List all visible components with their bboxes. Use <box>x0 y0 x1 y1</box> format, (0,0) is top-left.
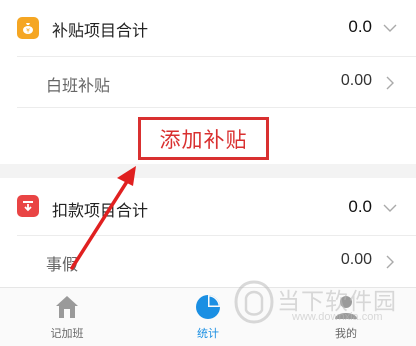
svg-text:¥: ¥ <box>26 27 30 34</box>
chevron-right-icon <box>386 76 394 90</box>
deduction-section: 扣款项目合计 0.0 事假 0.00 <box>0 178 416 287</box>
pie-chart-icon <box>196 295 220 319</box>
divider <box>17 107 416 108</box>
deduction-item-value: 0.00 <box>340 251 372 268</box>
subsidy-total: 0.0 <box>348 17 372 36</box>
chevron-down-icon[interactable] <box>382 20 398 36</box>
subsidy-header[interactable]: ¥ 补贴项目合计 0.0 <box>0 0 416 56</box>
add-subsidy-button[interactable]: 添加补贴 <box>138 117 269 160</box>
subsidy-item-value: 0.00 <box>340 72 372 89</box>
deduction-header[interactable]: 扣款项目合计 0.0 <box>0 178 416 234</box>
money-bag-icon: ¥ <box>17 17 39 39</box>
subsidy-item-label: 白班补贴 <box>46 76 111 95</box>
chevron-right-icon <box>386 255 394 269</box>
deduction-title: 扣款项目合计 <box>52 201 149 220</box>
chevron-down-icon[interactable] <box>382 200 398 216</box>
watermark-logo-icon <box>234 280 274 324</box>
section-gap <box>0 164 416 178</box>
tab-overtime[interactable]: 记加班 <box>17 288 117 346</box>
subsidy-title: 补贴项目合计 <box>52 21 149 40</box>
deduction-item-label: 事假 <box>46 255 79 274</box>
subsidy-item-row[interactable]: 白班补贴 0.00 <box>0 57 416 107</box>
watermark: 当下软件园 www.downxia.com <box>232 276 412 336</box>
tab-label: 记加班 <box>50 327 84 340</box>
deduction-total: 0.0 <box>348 197 372 216</box>
deduction-icon <box>17 195 39 217</box>
watermark-url: www.downxia.com <box>292 311 383 323</box>
home-icon <box>56 296 78 318</box>
